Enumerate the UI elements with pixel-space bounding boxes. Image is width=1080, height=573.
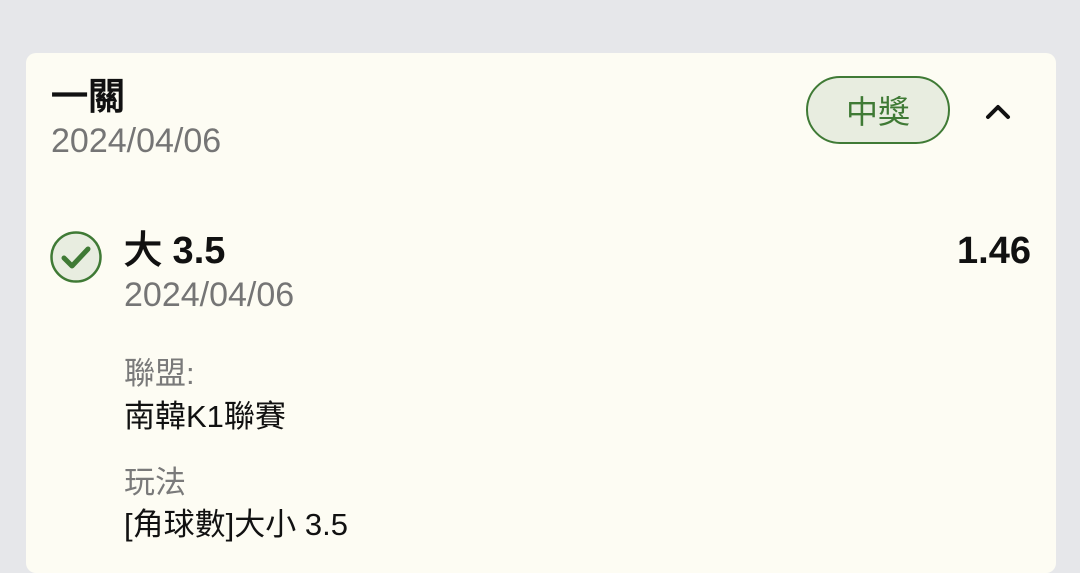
market-label: 玩法 [124,465,186,500]
league-label: 聯盟: [124,356,195,391]
check-circle-icon [50,231,102,283]
selection-odds: 1.46 [957,230,1031,272]
market-value: [角球數]大小 3.5 [124,507,348,542]
chevron-up-icon [986,105,1010,119]
status-badge: 中獎 [806,76,950,144]
bet-card: 一關 2024/04/06 中獎 大 3.5 1.46 2024/04/06 聯… [26,53,1056,573]
collapse-button[interactable] [978,91,1018,131]
bet-type-title: 一關 [51,76,125,117]
selection-date: 2024/04/06 [124,276,295,314]
status-badge-label: 中獎 [845,94,910,130]
league-value: 南韓K1聯賽 [124,399,286,434]
selection-name: 大 3.5 [124,230,226,272]
bet-date: 2024/04/06 [51,122,222,160]
